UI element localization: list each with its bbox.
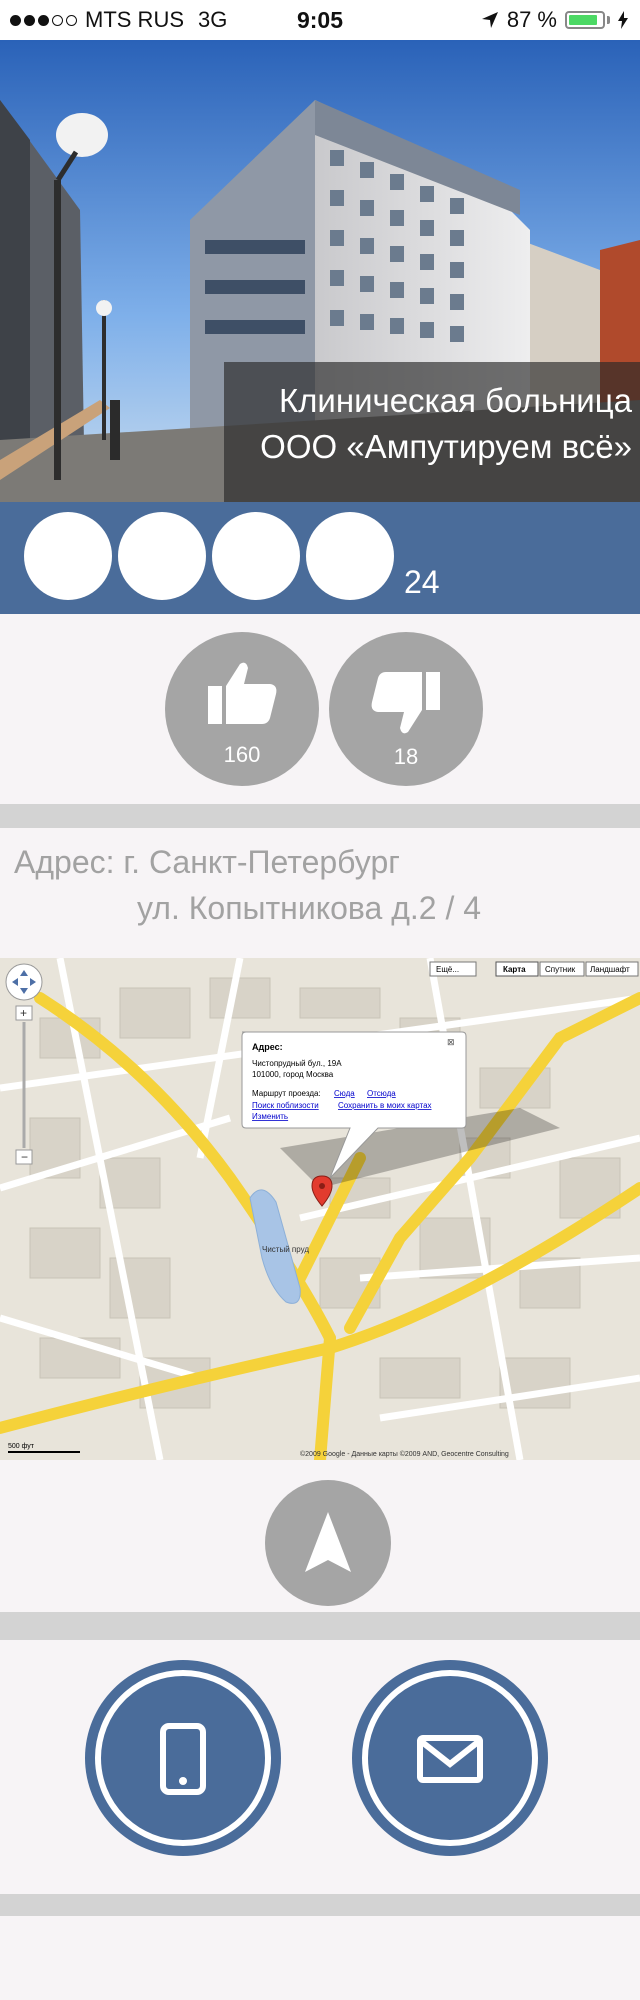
rating-bar: 24 — [0, 502, 640, 614]
clinic-title-line2: ООО «Ампутируем всё» — [260, 428, 632, 465]
contact-section — [0, 1640, 640, 1894]
map-view[interactable]: Чистый пруд + − Ещё... Карта Спутник Лан… — [0, 958, 640, 1460]
charging-icon — [618, 11, 628, 29]
email-button[interactable] — [352, 1660, 548, 1856]
clinic-title-line1: Клиническая больница — [278, 382, 632, 419]
rating-count: 24 — [404, 564, 440, 600]
map-popup-edit: Изменить — [252, 1112, 288, 1121]
svg-text:+: + — [20, 1006, 27, 1020]
svg-text:−: − — [21, 1150, 28, 1164]
mail-icon — [417, 1735, 483, 1783]
thumbs-down-icon — [371, 672, 440, 734]
address-block: Адрес: г. Санкт-Петербург ул. Копытников… — [0, 828, 640, 958]
rating-star[interactable] — [212, 512, 300, 600]
map-type-map-button: Карта — [503, 965, 526, 974]
address-line1: Адрес: г. Санкт-Петербург — [14, 844, 400, 880]
location-arrow-icon — [481, 12, 498, 28]
phone-icon — [160, 1723, 206, 1795]
map-copyright: ©2009 Google - Данные карты ©2009 AND, G… — [300, 1450, 509, 1458]
battery-icon — [565, 11, 605, 29]
status-bar: MTS RUS 3G 9:05 87 % — [0, 0, 640, 40]
map-popup-title: Адрес: — [252, 1042, 283, 1052]
map-popup-route-here: Сюда — [334, 1089, 355, 1098]
rating-star[interactable] — [24, 512, 112, 600]
clinic-photo: Клиническая больница ООО «Ампутируем всё… — [0, 40, 640, 502]
map-popup-nearby: Поиск поблизости — [252, 1101, 319, 1110]
map-type-terrain-button: Ландшафт — [590, 965, 630, 974]
navigate-button[interactable] — [265, 1480, 391, 1606]
map-scale: 500 фут — [8, 1443, 35, 1450]
battery-percent: 87 % — [506, 7, 557, 32]
map-popup-line2: 101000, город Москва — [252, 1070, 334, 1079]
dislike-count: 18 — [393, 744, 419, 769]
section-divider — [0, 1612, 640, 1640]
status-right: 87 % — [481, 0, 628, 40]
map-more-button: Ещё... — [436, 965, 459, 974]
street-map: Чистый пруд + − Ещё... Карта Спутник Лан… — [0, 958, 640, 1460]
address-line2: ул. Копытникова д.2 / 4 — [137, 890, 482, 926]
rating-star[interactable] — [118, 512, 206, 600]
dislike-button[interactable]: 18 — [329, 632, 483, 786]
navigate-section — [0, 1460, 640, 1612]
battery-fill — [569, 15, 597, 25]
svg-text:⊠: ⊠ — [447, 1037, 455, 1047]
map-popup-save: Сохранить в моих картах — [338, 1101, 432, 1110]
like-button[interactable]: 160 — [165, 632, 319, 786]
map-type-satellite-button: Спутник — [545, 965, 576, 974]
call-button[interactable] — [85, 1660, 281, 1856]
like-count: 160 — [223, 742, 261, 767]
pond-label: Чистый пруд — [262, 1245, 309, 1254]
thumbs-up-icon — [208, 662, 277, 724]
section-divider — [0, 1894, 640, 1916]
map-popup-route-label: Маршрут проезда: — [252, 1089, 321, 1098]
navigation-arrow-icon — [305, 1512, 351, 1572]
section-divider — [0, 804, 640, 828]
map-popup-line1: Чистопрудный бул., 19А — [252, 1059, 342, 1068]
clinic-title-overlay: Клиническая больница ООО «Ампутируем всё… — [224, 362, 640, 502]
battery-tip — [607, 16, 610, 24]
map-popup-route-from: Отсюда — [367, 1089, 396, 1098]
rating-star[interactable] — [306, 512, 394, 600]
vote-section: 160 18 — [0, 614, 640, 804]
